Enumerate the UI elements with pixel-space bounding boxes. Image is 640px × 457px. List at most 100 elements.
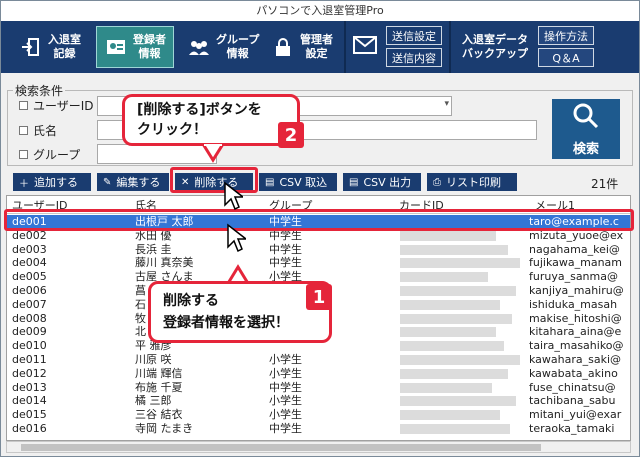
table-cell-id: de016	[12, 422, 47, 435]
table-cell-id: de011	[12, 353, 47, 366]
name-checkbox[interactable]	[19, 126, 28, 135]
table-cell-group: 小学生	[269, 353, 302, 366]
table-cell-id: de014	[12, 394, 47, 408]
entry-record-button[interactable]: 入退室 記録	[11, 26, 87, 68]
mouse-cursor-icon	[224, 181, 243, 211]
registrant-info-label: 登録者 情報	[133, 33, 166, 60]
scrollbar-thumb[interactable]	[21, 444, 541, 451]
mouse-cursor-icon	[227, 223, 246, 253]
document-import-icon: ▤	[265, 176, 275, 188]
table-row[interactable]: de004 藤川 真奈美 中学生 fujikawa_manam	[7, 256, 630, 270]
card-id-redacted	[400, 368, 508, 379]
card-id-redacted	[400, 244, 508, 255]
table-cell-mail: tachibana_sabu	[529, 394, 616, 408]
document-export-icon: ▤	[349, 176, 359, 188]
card-id-redacted	[400, 230, 496, 241]
table-cell-mail: teraoka_tamaki	[529, 422, 615, 435]
csv-export-button[interactable]: ▤ CSV 出力	[343, 173, 421, 191]
callout-click-delete: [削除する]ボタンを クリック！	[122, 94, 300, 146]
table-cell-mail: kawahara_saki@	[529, 353, 622, 366]
table-cell-group: 中学生	[269, 256, 302, 270]
table-row[interactable]: de011 川原 咲 小学生 kawahara_saki@	[7, 353, 630, 366]
table-cell-name: 川端 輝信	[135, 366, 183, 380]
search-button[interactable]: 検索	[552, 99, 620, 159]
table-cell-group: 小学生	[269, 408, 302, 422]
table-row[interactable]: de003 長浜 圭中学生 nagahama_kei@	[7, 242, 630, 256]
card-id-redacted	[400, 286, 516, 296]
toolbar-divider	[449, 21, 451, 73]
print-list-button[interactable]: ⎙ リスト印刷	[427, 173, 517, 191]
csv-export-label: CSV 出力	[363, 176, 412, 189]
group-checkbox[interactable]	[19, 150, 28, 159]
app-window: パソコンで入退室管理Pro 入退室 記録 登録者 情報 グループ 情報 管理者 …	[0, 0, 640, 457]
callout-one-line2: 登録者情報を選択！	[163, 315, 289, 331]
callout-two-line2: クリック！	[137, 122, 207, 138]
add-button[interactable]: ＋ 追加する	[13, 173, 91, 191]
registrant-info-button[interactable]: 登録者 情報	[96, 26, 174, 68]
csv-import-button[interactable]: ▤ CSV 取込	[259, 173, 337, 191]
table-cell-name: 川原 咲	[135, 353, 172, 366]
table-row[interactable]: de015 三谷 結衣 小学生 mitani_yui@exar	[7, 408, 630, 422]
table-cell-group: 中学生	[269, 422, 302, 435]
backup-button[interactable]: 入退室データ バックアップ	[456, 26, 534, 68]
main-toolbar: 入退室 記録 登録者 情報 グループ 情報 管理者 設定 送信設定 送信内容 入…	[1, 21, 639, 73]
selected-row-highlight	[4, 209, 634, 231]
qa-button[interactable]: Q＆A	[538, 48, 594, 67]
group-info-label: グループ 情報	[216, 33, 260, 60]
delete-button-highlight	[170, 167, 258, 193]
callout-one-line1: 削除する	[163, 293, 219, 309]
admin-settings-button[interactable]: 管理者 設定	[263, 26, 341, 68]
plus-icon: ＋	[19, 178, 29, 190]
table-cell-group: 小学生	[269, 366, 302, 380]
table-cell-id: de003	[12, 242, 47, 256]
callout-select-registrant: 削除する 登録者情報を選択！	[148, 281, 332, 343]
table-cell-id: de015	[12, 408, 47, 422]
result-count: 21件	[591, 177, 619, 191]
toolbar-divider	[344, 21, 346, 73]
table-cell-name: 布施 千夏	[135, 380, 183, 394]
table-row[interactable]: de014 橘 三郎 小学生 tachibana_sabu	[7, 394, 630, 408]
print-list-label: リスト印刷	[446, 176, 501, 189]
step-one-badge: 1	[306, 284, 332, 310]
user-id-label: ユーザーID	[33, 99, 94, 113]
group-info-button[interactable]: グループ 情報	[179, 26, 259, 68]
card-id-redacted	[400, 355, 520, 365]
pencil-icon: ✎	[103, 176, 112, 188]
table-row[interactable]: de012 川端 輝信 小学生 kawabata_akino	[7, 366, 630, 380]
door-exit-icon	[20, 36, 42, 58]
backup-label: 入退室データ バックアップ	[462, 33, 528, 60]
table-row[interactable]: de016 寺岡 たまき 中学生 teraoka_tamaki	[7, 422, 630, 435]
table-cell-id: de009	[12, 325, 47, 339]
card-id-redacted	[400, 424, 510, 434]
table-cell-group: 中学生	[269, 242, 302, 256]
table-cell-mail: ishiduka_masah	[529, 297, 618, 311]
card-id-redacted	[400, 341, 504, 352]
table-cell-id: de013	[12, 380, 47, 394]
edit-button-label: 編集する	[116, 176, 161, 189]
table-cell-mail: makise_hitoshi@	[529, 311, 622, 325]
howto-button[interactable]: 操作方法	[538, 26, 594, 45]
table-row[interactable]: de013 布施 千夏 中学生 fuse_chinatsu@	[7, 380, 630, 394]
name-checkbox-row[interactable]: 氏名	[19, 122, 57, 139]
csv-import-label: CSV 取込	[279, 176, 328, 189]
send-settings-button[interactable]: 送信設定	[386, 26, 442, 45]
send-contents-button[interactable]: 送信内容	[386, 48, 442, 67]
group-select[interactable]	[97, 144, 217, 164]
table-cell-group: 小学生	[269, 394, 302, 408]
user-id-checkbox-row[interactable]: ユーザーID	[19, 97, 94, 114]
envelope-icon	[353, 36, 377, 57]
user-id-checkbox[interactable]	[19, 101, 28, 110]
table-cell-mail: fujikawa_manam	[529, 256, 622, 270]
window-title: パソコンで入退室管理Pro	[1, 1, 639, 21]
table-cell-mail: nagahama_kei@	[529, 242, 620, 256]
edit-button[interactable]: ✎ 編集する	[97, 173, 169, 191]
entry-record-label: 入退室 記録	[48, 33, 81, 60]
group-checkbox-row[interactable]: グループ	[19, 146, 80, 163]
card-id-redacted	[400, 410, 500, 421]
card-id-redacted	[400, 299, 500, 310]
chevron-down-icon[interactable]: ▾	[444, 99, 449, 109]
table-cell-id: de005	[12, 270, 47, 284]
table-cell-mail: fuse_chinatsu@	[529, 380, 616, 394]
horizontal-scrollbar[interactable]	[6, 441, 631, 453]
card-id-redacted	[400, 327, 496, 338]
